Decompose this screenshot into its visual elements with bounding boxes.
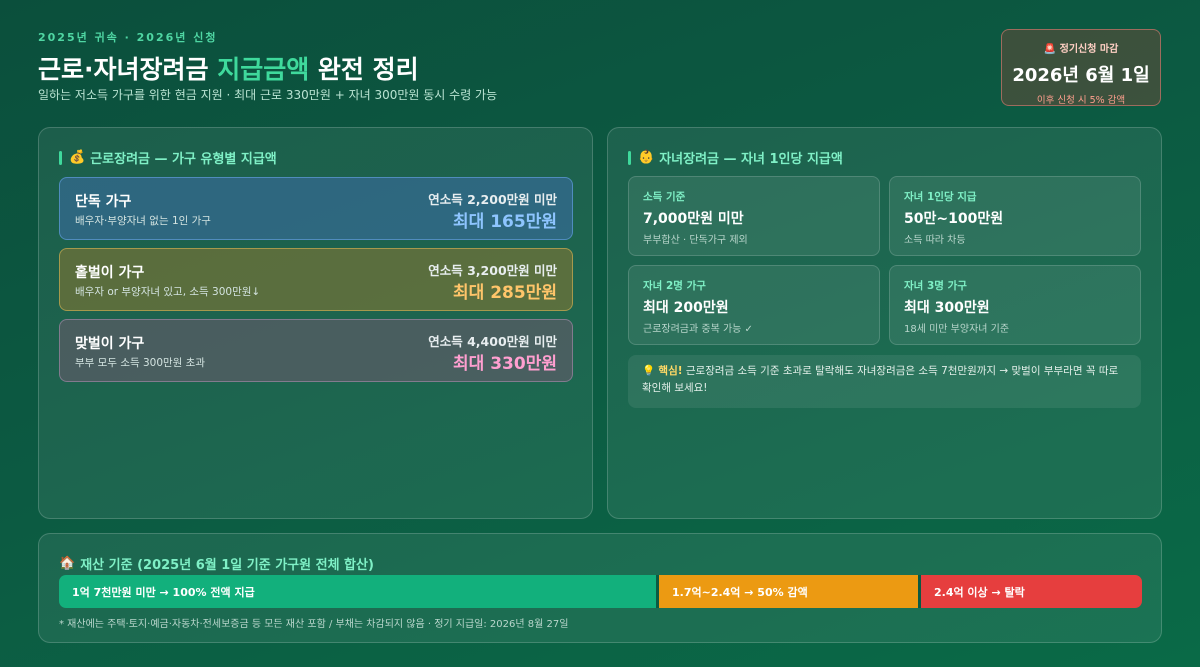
info-card-note: 부부합산 · 단독가구 제외 — [643, 235, 748, 246]
title-accent: 지급금액 — [217, 55, 310, 84]
household-name: 단독 가구 — [75, 194, 132, 210]
household-name: 홑벌이 가구 — [75, 265, 145, 281]
info-card-label: 자녀 3명 가구 — [904, 280, 967, 292]
child-credit-heading: 👶 자녀장려금 — 자녀 1인당 지급액 — [628, 148, 843, 167]
page-subtitle: 일하는 저소득 가구를 위한 현금 지원 · 최대 근로 330만원 + 자녀 … — [38, 88, 498, 102]
asset-segment-half: 1.7억~2.4억 → 50% 감액 — [656, 575, 918, 608]
title-suffix: 완전 정리 — [309, 55, 419, 84]
asset-title: 재산 기준 (2025년 6월 1일 기준 가구원 전체 합산) — [80, 558, 374, 573]
household-desc: 배우자·부양자녀 없는 1인 가구 — [75, 215, 211, 227]
deadline-note: 이후 신청 시 5% 감액 — [1036, 95, 1126, 106]
household-desc: 배우자 or 부양자녀 있고, 소득 300만원↓ — [75, 286, 261, 298]
household-card-single: 단독 가구 배우자·부양자녀 없는 1인 가구 연소득 2,200만원 미만 최… — [59, 177, 573, 240]
info-card-income: 소득 기준 7,000만원 미만 부부합산 · 단독가구 제외 — [628, 176, 880, 256]
household-max-amount: 최대 330만원 — [453, 354, 557, 374]
earned-credit-heading: 💰 근로장려금 — 가구 유형별 지급액 — [59, 148, 277, 167]
deadline-date: 2026년 6월 1일 — [1012, 65, 1150, 86]
tip-text: 근로장려금 소득 기준 초과로 탈락해도 자녀장려금은 소득 7천만원까지 → … — [642, 365, 1119, 394]
lightbulb-icon: 💡 — [642, 365, 659, 377]
info-card-note: 소득 따라 차등 — [904, 235, 966, 246]
asset-segment-full: 1억 7천만원 미만 → 100% 전액 지급 — [59, 575, 656, 608]
household-max-amount: 최대 165만원 — [453, 212, 557, 232]
household-card-dual-earner: 맞벌이 가구 부부 모두 소득 300만원 초과 연소득 4,400만원 미만 … — [59, 319, 573, 382]
household-name: 맞벌이 가구 — [75, 336, 145, 352]
info-card-per-child: 자녀 1인당 지급 50만~100만원 소득 따라 차등 — [889, 176, 1141, 256]
deadline-label: 정기신청 마감 — [1059, 44, 1119, 55]
info-card-note: 근로장려금과 중복 가능 ✓ — [643, 324, 753, 335]
household-income-limit: 연소득 3,200만원 미만 — [428, 263, 557, 278]
info-card-value: 최대 300만원 — [904, 300, 990, 316]
info-card-note: 18세 미만 부양자녀 기준 — [904, 324, 1010, 335]
page-title: 근로·자녀장려금 지급금액 완전 정리 — [38, 50, 419, 86]
deadline-badge: 🚨 정기신청 마감 2026년 6월 1일 이후 신청 시 5% 감액 — [1001, 29, 1161, 106]
title-prefix: 근로·자녀장려금 — [38, 55, 218, 84]
asset-footnote: * 재산에는 주택·토지·예금·자동차·전세보증금 등 모든 재산 포함 / 부… — [59, 619, 569, 630]
siren-icon: 🚨 — [1043, 44, 1060, 55]
asset-criteria-panel: 🏠 재산 기준 (2025년 6월 1일 기준 가구원 전체 합산) 1억 7천… — [38, 533, 1162, 643]
asset-heading: 🏠 재산 기준 (2025년 6월 1일 기준 가구원 전체 합산) — [59, 554, 374, 573]
info-card-three-children: 자녀 3명 가구 최대 300만원 18세 미만 부양자녀 기준 — [889, 265, 1141, 345]
household-max-amount: 최대 285만원 — [453, 283, 557, 303]
heading-accent-bar — [628, 150, 631, 165]
child-credit-panel: 👶 자녀장려금 — 자녀 1인당 지급액 소득 기준 7,000만원 미만 부부… — [607, 127, 1162, 519]
household-income-limit: 연소득 2,200만원 미만 — [428, 192, 557, 207]
earned-credit-panel: 💰 근로장려금 — 가구 유형별 지급액 단독 가구 배우자·부양자녀 없는 1… — [38, 127, 593, 519]
info-card-two-children: 자녀 2명 가구 최대 200만원 근로장려금과 중복 가능 ✓ — [628, 265, 880, 345]
earned-credit-title: 근로장려금 — 가구 유형별 지급액 — [90, 152, 277, 167]
info-card-label: 자녀 2명 가구 — [643, 280, 706, 292]
tip-key-label: 핵심! — [658, 365, 683, 377]
child-credit-title: 자녀장려금 — 자녀 1인당 지급액 — [659, 152, 843, 167]
info-card-value: 50만~100만원 — [904, 211, 1004, 227]
info-card-value: 최대 200만원 — [643, 300, 729, 316]
info-card-label: 소득 기준 — [643, 191, 686, 203]
household-card-single-earner: 홑벌이 가구 배우자 or 부양자녀 있고, 소득 300만원↓ 연소득 3,2… — [59, 248, 573, 311]
asset-bar: 1억 7천만원 미만 → 100% 전액 지급 1.7억~2.4억 → 50% … — [59, 575, 1142, 608]
baby-icon: 👶 — [638, 150, 655, 165]
eyebrow-label: 2025년 귀속 · 2026년 신청 — [38, 31, 218, 44]
heading-accent-bar — [59, 150, 62, 165]
house-icon: 🏠 — [59, 556, 76, 571]
household-desc: 부부 모두 소득 300만원 초과 — [75, 357, 205, 369]
money-bag-icon: 💰 — [69, 150, 86, 165]
info-card-label: 자녀 1인당 지급 — [904, 191, 977, 203]
asset-segment-none: 2.4억 이상 → 탈락 — [918, 575, 1142, 608]
key-tip: 💡 핵심! 근로장려금 소득 기준 초과로 탈락해도 자녀장려금은 소득 7천만… — [628, 355, 1141, 408]
household-income-limit: 연소득 4,400만원 미만 — [428, 334, 557, 349]
info-card-value: 7,000만원 미만 — [643, 211, 744, 227]
